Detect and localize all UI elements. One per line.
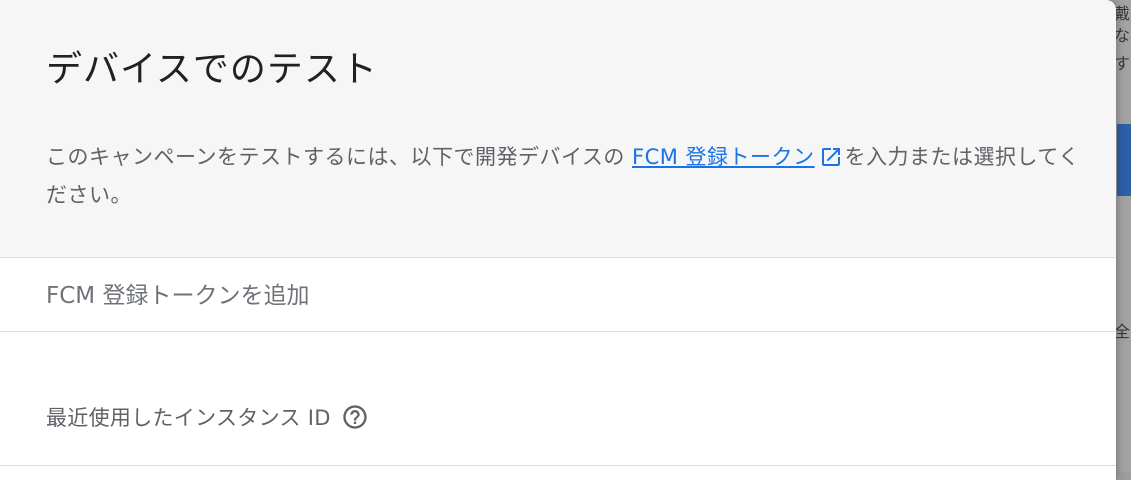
recent-instances-header: 最近使用したインスタンス ID — [46, 402, 369, 432]
description-text: このキャンペーンをテストするには、以下で開発デバイスの — [46, 145, 632, 169]
dialog-title: デバイスでのテスト — [46, 49, 378, 90]
background-button — [1117, 124, 1131, 196]
recent-instances-section: 最近使用したインスタンス ID — [0, 332, 1116, 466]
help-circle-icon[interactable] — [341, 403, 369, 431]
background-glyph: 全 — [1114, 322, 1131, 341]
test-on-device-dialog: デバイスでのテスト このキャンペーンをテストするには、以下で開発デバイスの FC… — [0, 0, 1116, 480]
recent-instances-label: 最近使用したインスタンス ID — [46, 406, 331, 430]
background-glyph: 戴 — [1114, 4, 1131, 23]
fcm-token-input[interactable] — [46, 278, 1046, 314]
open-in-new-icon[interactable] — [815, 145, 845, 169]
fcm-token-link[interactable]: FCM 登録トークン — [632, 145, 815, 169]
token-input-row — [0, 258, 1116, 332]
background-glyph: な — [1114, 26, 1131, 45]
dialog-header: デバイスでのテスト このキャンペーンをテストするには、以下で開発デバイスの FC… — [0, 0, 1116, 258]
dialog-description: このキャンペーンをテストするには、以下で開発デバイスの FCM 登録トークン を入… — [46, 138, 1086, 214]
background-glyph: す — [1114, 54, 1131, 73]
